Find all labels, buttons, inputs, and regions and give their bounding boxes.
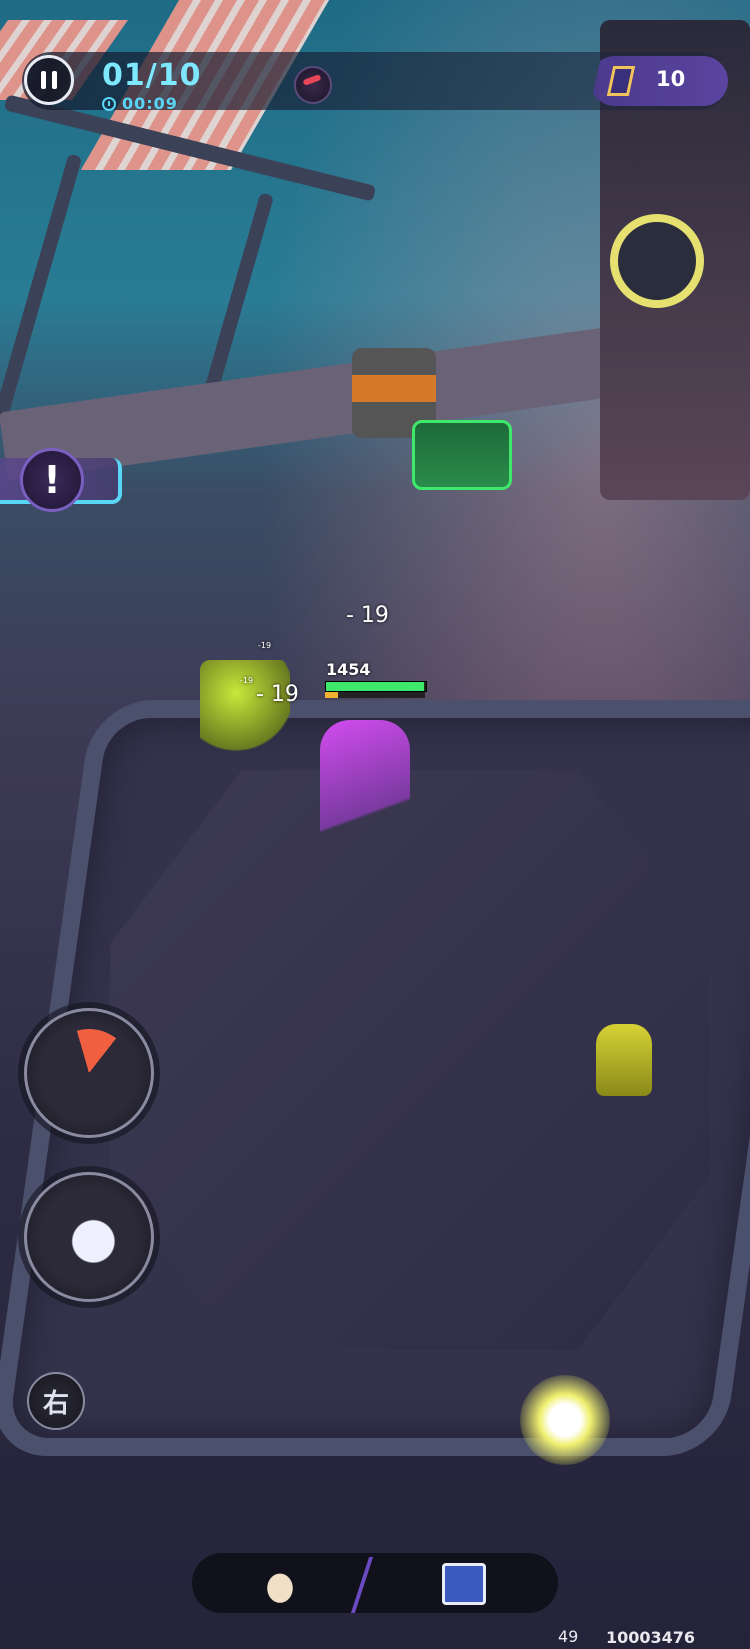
bottom-item-bar [192,1553,558,1613]
pause-icon [41,71,46,89]
currency-value: 10 [656,67,686,91]
player-hp-bar [325,681,427,692]
game-scene[interactable] [0,0,750,1649]
pause-button[interactable] [24,55,74,105]
pause-icon [52,71,57,89]
dash-skill-button[interactable] [24,1172,154,1302]
stage-timer: 00:09 [102,94,178,113]
player-character[interactable] [320,720,410,870]
card-icon[interactable] [442,1563,486,1605]
damage-number-small: -19 [258,641,272,650]
stopwatch-icon [102,96,116,111]
crystal-icon [606,66,636,96]
currency-display[interactable]: 10 [590,56,728,106]
boss-indicator-icon [294,66,332,104]
swap-button[interactable]: 右 [27,1372,85,1430]
dash-skill-icon [45,1193,133,1281]
player-energy-bar [325,692,425,698]
hp-fill [326,682,424,691]
enemy-turret[interactable] [596,1024,652,1096]
fps-counter: 49 [558,1627,579,1646]
slash-skill-button[interactable] [24,1008,154,1138]
user-id: 10003476 [606,1628,696,1647]
speaker-ring [610,214,704,308]
glowing-orb-robot[interactable] [520,1375,610,1465]
supply-crate [412,420,512,490]
damage-number: - 19 [256,682,299,707]
player-hp-value: 1454 [326,660,371,679]
slash-skill-icon [45,1029,133,1117]
divider [350,1557,374,1613]
damage-number: - 19 [346,603,389,628]
alert-icon[interactable]: ! [20,448,84,512]
boot-icon[interactable] [258,1563,302,1605]
window-frame [0,153,83,427]
wave-counter: 01/10 [102,58,202,93]
damage-number-small: -19 [240,676,254,685]
energy-fill [325,692,338,698]
timer-text: 00:09 [122,94,178,113]
